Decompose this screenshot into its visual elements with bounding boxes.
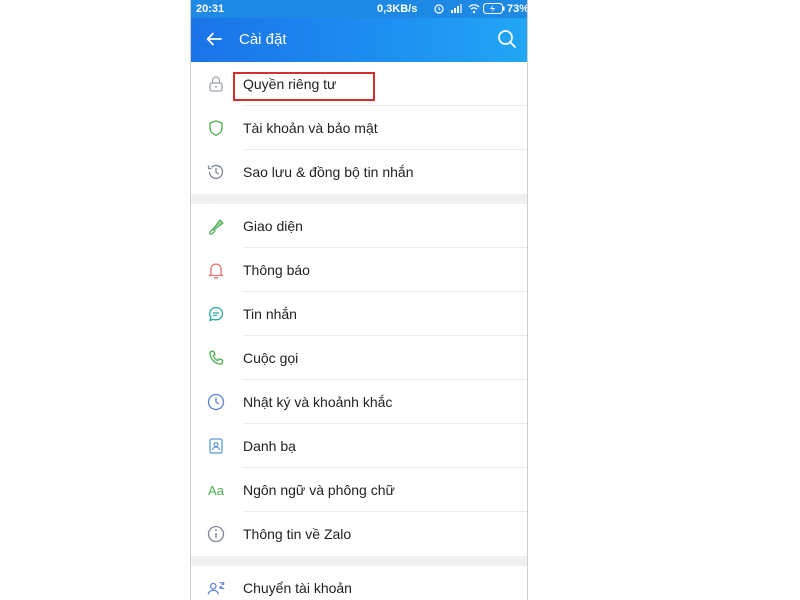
- settings-item-appearance[interactable]: Giao diện: [191, 204, 527, 248]
- signal-icon: [451, 4, 463, 13]
- arrow-left-icon[interactable]: [205, 30, 223, 53]
- switch-account-icon: [206, 578, 226, 598]
- settings-item-label: Danh bạ: [243, 438, 296, 454]
- contact-icon: [206, 436, 226, 456]
- phone-icon: [206, 348, 226, 368]
- status-time: 20:31: [196, 3, 225, 15]
- settings-item-timeline[interactable]: Nhật ký và khoảnh khắc: [191, 380, 527, 424]
- wifi-icon: [468, 4, 480, 14]
- highlight-box: [233, 72, 375, 101]
- font-icon: Aa: [208, 482, 224, 498]
- settings-item-messages[interactable]: Tin nhắn: [191, 292, 527, 336]
- alarm-icon: [434, 4, 444, 14]
- settings-item-account-security[interactable]: Tài khoản và bảo mật: [191, 106, 527, 150]
- settings-item-label: Cuộc gọi: [243, 350, 299, 366]
- settings-item-label: Giao diện: [243, 218, 303, 234]
- shield-icon: [206, 118, 226, 138]
- settings-item-label: Thông tin về Zalo: [243, 526, 352, 542]
- settings-item-label: Ngôn ngữ và phông chữ: [243, 482, 395, 498]
- status-icons: [434, 2, 483, 14]
- settings-item-language-font[interactable]: Aa Ngôn ngữ và phông chữ: [191, 468, 527, 512]
- settings-item-notifications[interactable]: Thông báo: [191, 248, 527, 292]
- settings-item-calls[interactable]: Cuộc gọi: [191, 336, 527, 380]
- settings-list: Quyền riêng tư Tài khoản và bảo mật Sao …: [191, 62, 527, 600]
- settings-item-label: Tin nhắn: [243, 306, 297, 322]
- settings-item-about[interactable]: Thông tin về Zalo: [191, 512, 527, 556]
- settings-item-label: Thông báo: [243, 262, 310, 278]
- settings-item-switch-account[interactable]: Chuyển tài khoản: [191, 566, 527, 600]
- settings-item-label: Tài khoản và bảo mật: [243, 120, 378, 136]
- battery-percent: 73%: [507, 3, 528, 15]
- chat-icon: [206, 304, 226, 324]
- history-icon: [206, 162, 226, 182]
- phone-screen: 20:31 0,3KB/s 73% Cài đặt Quyền riêng tư: [190, 0, 528, 600]
- search-icon[interactable]: [497, 29, 517, 54]
- settings-item-label: Nhật ký và khoảnh khắc: [243, 394, 393, 410]
- settings-item-contacts[interactable]: Danh bạ: [191, 424, 527, 468]
- settings-item-label: Sao lưu & đồng bộ tin nhắn: [243, 164, 414, 180]
- app-bar: Cài đặt: [191, 18, 527, 62]
- settings-item-privacy[interactable]: Quyền riêng tư: [191, 62, 527, 106]
- settings-item-backup-sync[interactable]: Sao lưu & đồng bộ tin nhắn: [191, 150, 527, 194]
- section-divider: [191, 556, 527, 566]
- brush-icon: [206, 216, 226, 236]
- settings-item-label: Chuyển tài khoản: [243, 580, 352, 596]
- lock-icon: [206, 74, 226, 94]
- status-bar: 20:31 0,3KB/s 73%: [191, 0, 527, 18]
- section-divider: [191, 194, 527, 204]
- battery-icon: [483, 3, 505, 17]
- page-title: Cài đặt: [239, 31, 287, 48]
- info-icon: [206, 524, 226, 544]
- clock-icon: [206, 392, 226, 412]
- network-speed: 0,3KB/s: [377, 3, 418, 15]
- bell-icon: [206, 260, 226, 280]
